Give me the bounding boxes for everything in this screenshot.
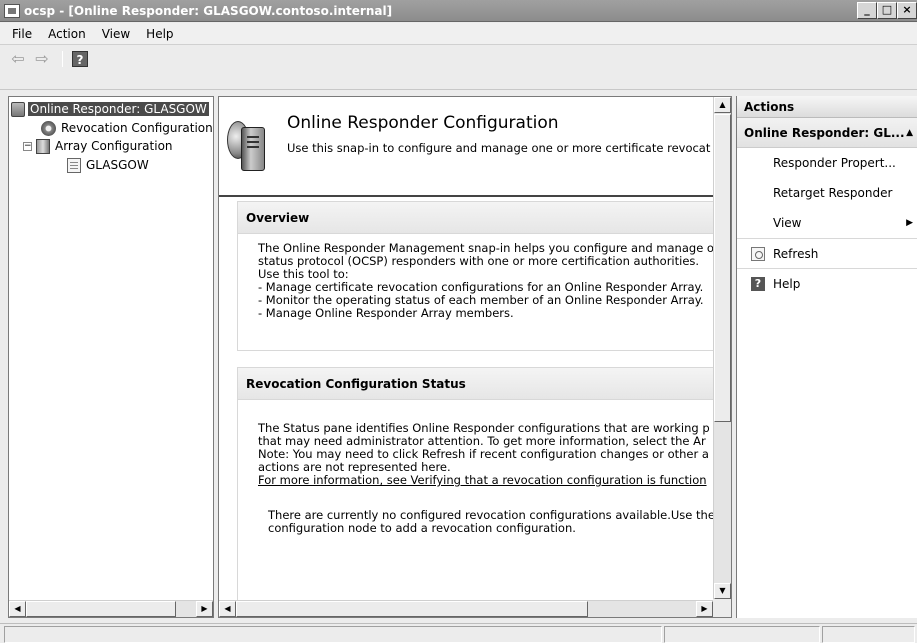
array-member-icon xyxy=(67,157,81,173)
back-arrow-icon[interactable]: ⇦ xyxy=(8,50,28,68)
actions-group-header[interactable]: Online Responder: GL... ▲ xyxy=(737,118,917,148)
submenu-arrow-icon: ▶ xyxy=(906,218,913,228)
scroll-thumb[interactable] xyxy=(714,114,731,422)
toolbar: ⇦ ⇨ ? xyxy=(0,46,917,90)
overview-body: The Online Responder Management snap-in … xyxy=(238,234,714,320)
page-title: Online Responder Configuration xyxy=(287,113,559,133)
revocation-status-body: The Status pane identifies Online Respon… xyxy=(238,400,715,535)
menu-action[interactable]: Action xyxy=(40,27,94,41)
collapse-toggle[interactable]: − xyxy=(23,141,32,151)
scroll-thumb[interactable] xyxy=(236,601,588,617)
tree-item-revocation-configuration[interactable]: Revocation Configuration xyxy=(41,119,213,137)
server-icon xyxy=(11,101,25,117)
title-bar: ocsp - [Online Responder: GLASGOW.contos… xyxy=(0,0,917,22)
collapse-caret-icon[interactable]: ▲ xyxy=(906,118,913,148)
menu-file[interactable]: File xyxy=(4,27,40,41)
action-label: Retarget Responder xyxy=(773,186,893,200)
tree-item-label: Array Configuration xyxy=(55,139,173,153)
scroll-left-button[interactable]: ◀ xyxy=(9,601,26,617)
tree-horizontal-scrollbar[interactable]: ◀ ▶ xyxy=(9,600,213,617)
menu-help[interactable]: Help xyxy=(138,27,181,41)
scroll-right-button[interactable]: ▶ xyxy=(696,601,713,617)
scroll-left-button[interactable]: ◀ xyxy=(219,601,236,617)
maximize-button[interactable]: □ xyxy=(877,2,897,19)
action-label: Responder Propert... xyxy=(773,156,896,170)
results-pane: Online Responder Configuration Use this … xyxy=(218,96,732,618)
online-responder-icon xyxy=(227,115,269,173)
close-button[interactable]: × xyxy=(897,2,917,19)
status-cell-main xyxy=(4,626,662,643)
revocation-status-heading[interactable]: Revocation Configuration Status xyxy=(238,368,714,400)
console-tree: Online Responder: GLASGOW Revocation Con… xyxy=(8,96,214,618)
actions-group-label: Online Responder: GL... xyxy=(744,126,905,140)
overview-heading[interactable]: Overview xyxy=(238,202,714,234)
toolbar-separator xyxy=(62,51,63,67)
results-horizontal-scrollbar[interactable]: ◀ ▶ xyxy=(219,600,713,617)
scrollbar-corner xyxy=(713,599,731,617)
status-cell-right xyxy=(822,626,915,643)
array-icon xyxy=(36,138,50,154)
forward-arrow-icon[interactable]: ⇨ xyxy=(32,50,52,68)
tree-item-glasgow[interactable]: GLASGOW xyxy=(67,156,151,174)
action-view[interactable]: View ▶ xyxy=(737,208,917,238)
status-cell-middle xyxy=(664,626,820,643)
revocation-status-section: Revocation Configuration Status The Stat… xyxy=(237,367,715,607)
scroll-thumb[interactable] xyxy=(26,601,176,617)
action-retarget-responder[interactable]: Retarget Responder xyxy=(737,178,917,208)
actions-pane: Actions Online Responder: GL... ▲ Respon… xyxy=(736,96,917,618)
overview-line: - Manage Online Responder Array members. xyxy=(258,306,514,320)
tree-item-label: Revocation Configuration xyxy=(61,121,213,135)
tree-item-online-responder[interactable]: Online Responder: GLASGOW xyxy=(11,100,209,118)
window-title: ocsp - [Online Responder: GLASGOW.contos… xyxy=(24,3,393,18)
action-label: View xyxy=(773,216,802,230)
tree-item-label: Online Responder: GLASGOW xyxy=(28,102,209,116)
tree-item-label: GLASGOW xyxy=(86,158,149,172)
actions-heading: Actions xyxy=(737,96,917,118)
snapin-header: Online Responder Configuration Use this … xyxy=(219,97,713,197)
action-help[interactable]: ? Help xyxy=(737,268,917,298)
menu-bar: File Action View Help xyxy=(0,23,917,45)
action-label: Help xyxy=(773,277,801,291)
scroll-down-button[interactable]: ▼ xyxy=(714,583,731,599)
more-info-link[interactable]: For more information, see Verifying that… xyxy=(258,473,707,487)
action-responder-properties[interactable]: Responder Propert... xyxy=(737,148,917,178)
help-icon[interactable]: ? xyxy=(72,51,88,67)
action-refresh[interactable]: Refresh xyxy=(737,238,917,268)
page-subtitle: Use this snap-in to configure and manage… xyxy=(287,141,711,155)
help-icon: ? xyxy=(751,277,765,291)
scroll-right-button[interactable]: ▶ xyxy=(196,601,213,617)
window-controls: _ □ × xyxy=(857,2,917,19)
scroll-up-button[interactable]: ▲ xyxy=(714,97,731,113)
refresh-icon xyxy=(751,247,765,261)
results-vertical-scrollbar[interactable]: ▲ ▼ xyxy=(713,97,731,600)
overview-section: Overview The Online Responder Management… xyxy=(237,201,715,351)
mmc-app-icon[interactable] xyxy=(4,3,20,18)
status-bar xyxy=(0,623,917,643)
minimize-button[interactable]: _ xyxy=(857,2,877,19)
empty-state-line: configuration node to add a revocation c… xyxy=(268,521,576,535)
menu-view[interactable]: View xyxy=(94,27,138,41)
tree-item-array-configuration[interactable]: − Array Configuration xyxy=(23,137,175,155)
revocation-config-icon xyxy=(41,120,56,136)
action-label: Refresh xyxy=(773,247,819,261)
